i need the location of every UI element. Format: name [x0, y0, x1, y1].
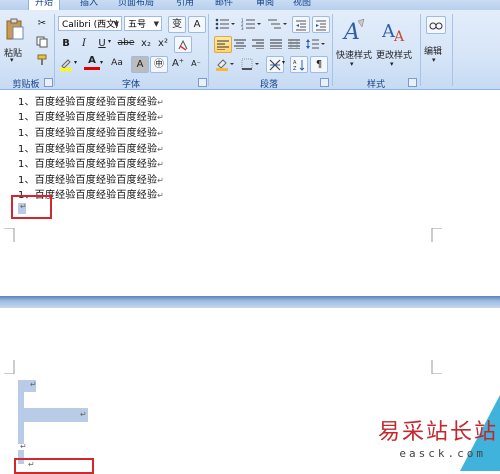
italic-button[interactable]: I	[76, 36, 92, 51]
change-styles-dropdown-icon[interactable]: ▾	[390, 60, 394, 68]
tab-home[interactable]: 开始	[28, 0, 61, 10]
margin-corner-mark	[4, 360, 15, 374]
align-left-icon[interactable]	[214, 36, 232, 53]
line-spacing-icon[interactable]	[304, 36, 326, 51]
font-launcher-icon[interactable]	[198, 78, 207, 87]
ribbon-tab-bar: 开始 插入 页面布局 引用 邮件 审阅 视图	[0, 0, 500, 10]
clipboard-launcher-icon[interactable]	[44, 78, 53, 87]
shading-icon[interactable]	[214, 56, 236, 71]
highlight-annotation-box	[11, 195, 52, 219]
dropdown-arrow-icon: ▼	[153, 20, 159, 28]
tab-references[interactable]: 引用	[176, 0, 194, 9]
styles-launcher-icon[interactable]	[408, 78, 417, 87]
document-line: 1、百度经验百度经验百度经验↵	[18, 175, 165, 186]
paragraph-launcher-icon[interactable]	[320, 78, 329, 87]
highlight-dropdown-icon[interactable]: ▾	[74, 60, 77, 66]
selected-empty-paragraph[interactable]	[18, 392, 24, 408]
text-highlight-icon[interactable]	[58, 56, 74, 71]
document-line: 1、百度经验百度经验百度经验↵	[18, 128, 165, 139]
justify-icon[interactable]	[268, 36, 284, 51]
font-color-button[interactable]: A	[84, 55, 100, 70]
group-divider	[208, 14, 209, 86]
subscript-button[interactable]: x₂	[138, 36, 154, 51]
watermark-url: easck.com	[399, 447, 486, 460]
styles-group-label: 样式	[366, 80, 385, 90]
group-divider	[332, 14, 333, 86]
decrease-indent-icon[interactable]	[292, 16, 310, 33]
tab-review[interactable]: 审阅	[256, 0, 274, 9]
group-divider	[54, 14, 55, 86]
document-line: 1、百度经验百度经验百度经验↵	[18, 112, 165, 123]
tab-mailings[interactable]: 邮件	[215, 0, 233, 9]
font-family-combo[interactable]: Calibri (西文) ▼	[58, 16, 122, 31]
ribbon-home: 粘贴 ▾ ✂ 剪贴板 Calibri (西文) ▼ 五号 ▼ 变 A B I U ▾…	[0, 10, 500, 90]
svg-text:A: A	[393, 29, 405, 45]
enclose-characters-button[interactable]: ㊥	[150, 56, 168, 73]
character-shading-button[interactable]: A	[131, 56, 149, 73]
phonetic-guide-button[interactable]: 变	[168, 16, 186, 33]
document-line: 1、百度经验百度经验百度经验↵	[18, 144, 165, 155]
font-color-dropdown-icon[interactable]: ▾	[100, 60, 103, 66]
font-size-value: 五号	[128, 20, 147, 30]
margin-corner-mark	[4, 228, 15, 242]
borders-icon[interactable]	[240, 56, 262, 71]
font-group-label: 字体	[121, 80, 140, 90]
shrink-font-button[interactable]: A⁻	[188, 56, 204, 71]
tab-page-layout[interactable]: 页面布局	[118, 0, 154, 9]
margin-corner-mark	[431, 228, 442, 242]
editing-dropdown-icon[interactable]: ▾	[432, 56, 436, 64]
document-line: 1、百度经验百度经验百度经验↵	[18, 97, 165, 108]
selected-empty-paragraph[interactable]	[18, 422, 24, 444]
svg-text:Z: Z	[293, 66, 297, 71]
increase-indent-icon[interactable]	[312, 16, 330, 33]
paragraph-mark: ↵	[80, 410, 87, 419]
bullets-icon[interactable]	[214, 16, 236, 31]
document-line: 1、百度经验百度经验百度经验↵	[18, 159, 165, 170]
selected-empty-paragraph[interactable]	[18, 408, 88, 422]
numbering-icon[interactable]: 123	[240, 16, 262, 31]
align-right-icon[interactable]	[250, 36, 266, 51]
clear-format-icon[interactable]	[174, 36, 192, 53]
group-divider	[420, 14, 421, 86]
cut-icon[interactable]: ✂	[34, 16, 50, 31]
format-painter-icon[interactable]	[34, 52, 50, 67]
font-family-value: Calibri (西文)	[62, 20, 119, 30]
highlight-annotation-box	[14, 458, 94, 474]
align-center-icon[interactable]	[232, 36, 248, 51]
sort-icon[interactable]: AZ	[290, 56, 308, 73]
svg-text:A: A	[342, 20, 360, 45]
paste-dropdown-icon[interactable]: ▾	[10, 56, 14, 64]
character-border-button[interactable]: A	[188, 16, 206, 33]
strikethrough-button[interactable]: abe	[116, 36, 136, 51]
svg-text:3: 3	[241, 26, 244, 30]
multilevel-list-icon[interactable]	[266, 16, 288, 31]
paragraph-group-label: 段落	[259, 80, 278, 90]
superscript-button[interactable]: x²	[155, 36, 171, 51]
document-page-1[interactable]: 1、百度经验百度经验百度经验↵ 1、百度经验百度经验百度经验↵ 1、百度经验百度…	[0, 90, 500, 296]
page-break-gap	[0, 296, 500, 308]
tab-insert[interactable]: 插入	[80, 0, 98, 9]
distributed-icon[interactable]	[286, 36, 302, 51]
quick-styles-button[interactable]: 快速样式	[336, 48, 372, 61]
chinese-layout-dropdown-icon[interactable]: ▾	[282, 60, 285, 66]
watermark-text: 易采站长站	[377, 420, 498, 445]
underline-dropdown-icon[interactable]: ▾	[108, 39, 111, 45]
group-divider	[452, 14, 453, 86]
font-size-combo[interactable]: 五号 ▼	[124, 16, 162, 31]
show-marks-icon[interactable]: ¶	[310, 56, 328, 73]
margin-corner-mark	[431, 360, 442, 374]
grow-font-button[interactable]: A⁺	[170, 56, 186, 71]
dropdown-arrow-icon: ▼	[113, 20, 119, 28]
paragraph-mark: ↵	[30, 380, 37, 389]
quick-styles-dropdown-icon[interactable]: ▾	[350, 60, 354, 68]
bold-button[interactable]: B	[58, 36, 74, 51]
quick-styles-icon[interactable]: A	[342, 16, 368, 46]
change-case-button[interactable]: Aa	[108, 56, 126, 71]
copy-icon[interactable]	[34, 34, 50, 49]
find-icon[interactable]	[426, 16, 446, 34]
paste-icon[interactable]	[4, 16, 26, 44]
change-styles-button[interactable]: 更改样式	[376, 48, 412, 61]
tab-view[interactable]: 视图	[293, 0, 311, 9]
change-styles-icon[interactable]: AA	[382, 16, 408, 46]
